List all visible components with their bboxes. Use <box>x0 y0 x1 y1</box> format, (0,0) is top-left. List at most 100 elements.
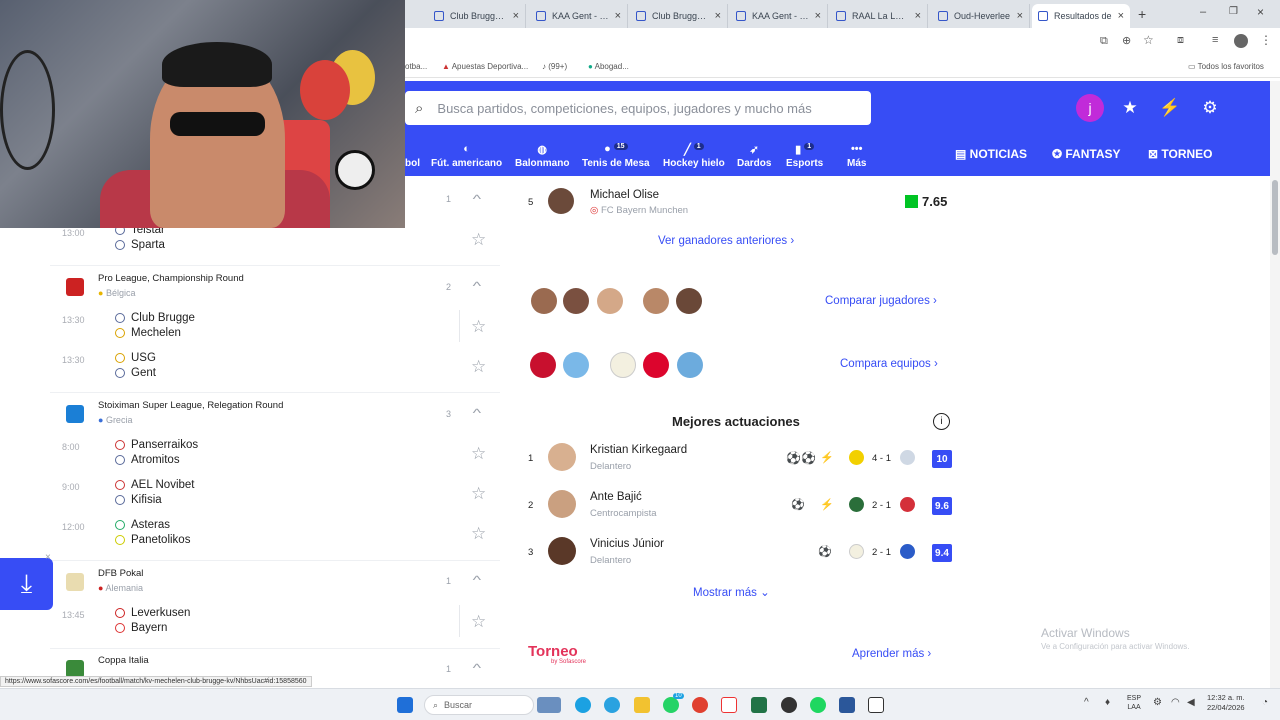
profile-avatar[interactable] <box>1234 34 1248 48</box>
wifi-icon[interactable]: ◠ <box>1171 697 1180 708</box>
comparar-jugadores-link[interactable]: Comparar jugadores › <box>825 295 937 307</box>
close-icon[interactable]: × <box>1118 10 1124 22</box>
user-avatar[interactable]: j <box>1076 94 1104 122</box>
player-name[interactable]: Kristian Kirkegaard <box>590 444 687 456</box>
close-icon[interactable]: × <box>1017 10 1023 22</box>
minimize-icon[interactable]: – <box>1200 6 1206 18</box>
all-favorites[interactable]: ▭ Todos los favoritos <box>1188 62 1264 71</box>
volume-icon[interactable]: ◀ <box>1187 697 1195 708</box>
favorites-star-icon[interactable]: ★ <box>1119 97 1141 119</box>
bookmark-item[interactable]: ♪ (99+) <box>542 62 567 71</box>
sport-nav-more[interactable]: ••• Más <box>847 143 866 169</box>
browser-tab[interactable]: Club Brugge KV × <box>630 4 728 28</box>
extensions-icon[interactable]: ⧈ <box>1177 34 1184 47</box>
nav-fantasy[interactable]: ✪ FANTASY <box>1052 147 1121 161</box>
browser-tab[interactable]: Oud-Heverlee × <box>932 4 1030 28</box>
close-icon[interactable]: × <box>715 10 721 22</box>
telegram-icon[interactable] <box>604 697 620 713</box>
player-photo[interactable] <box>548 443 576 471</box>
bookmark-item[interactable]: ▲ Apuestas Deportiva... <box>442 62 528 71</box>
lightning-icon[interactable]: ⚡ <box>1159 97 1181 119</box>
app-icon[interactable] <box>781 697 797 713</box>
sport-nav-handball[interactable]: ◍ Balonmano <box>515 143 569 169</box>
chevron-up-icon[interactable]: ^ <box>473 406 481 420</box>
favorite-star-icon[interactable]: ☆ <box>471 444 486 464</box>
nav-torneo[interactable]: ⊠ TORNEO <box>1148 147 1213 161</box>
app-icon[interactable] <box>721 697 737 713</box>
app-icon[interactable] <box>868 697 884 713</box>
close-icon[interactable]: × <box>815 10 821 22</box>
favorite-star-icon[interactable]: ☆ <box>471 524 486 544</box>
player-photo[interactable] <box>548 490 576 518</box>
browser-tab[interactable]: KAA Gent - KV × <box>530 4 628 28</box>
ver-ganadores-link[interactable]: Ver ganadores anteriores › <box>658 235 794 247</box>
favorite-star-icon[interactable]: ☆ <box>471 612 486 632</box>
player-name[interactable]: Ante Bajić <box>590 491 642 503</box>
maximize-icon[interactable]: ❐ <box>1229 6 1238 17</box>
bookmark-item[interactable]: otba... <box>405 62 427 71</box>
chevron-up-icon[interactable]: ^ <box>473 573 481 587</box>
close-icon[interactable]: × <box>615 10 621 22</box>
player-photo[interactable] <box>548 188 574 214</box>
sport-nav-football[interactable]: bol <box>405 143 420 169</box>
menu-icon[interactable]: ⋮ <box>1260 33 1272 47</box>
browser-tab[interactable]: RAAL La Louvière × <box>830 4 928 28</box>
search-input[interactable] <box>437 100 838 116</box>
nav-noticias[interactable]: ▤ NOTICIAS <box>955 147 1027 161</box>
close-icon[interactable]: × <box>915 10 921 22</box>
league-name[interactable]: Pro League, Championship Round <box>98 273 244 284</box>
league-name[interactable]: Stoiximan Super League, Relegation Round <box>98 400 283 411</box>
favorite-star-icon[interactable]: ☆ <box>471 357 486 377</box>
favorite-star-icon[interactable]: ☆ <box>471 317 486 337</box>
compara-equipos-link[interactable]: Compara equipos › <box>840 358 938 370</box>
browser-tab[interactable]: KAA Gent - KV × <box>730 4 828 28</box>
download-button[interactable]: ⤓ <box>0 558 53 610</box>
media-icon[interactable]: ≡ <box>1212 34 1218 46</box>
mic-icon[interactable]: ♦ <box>1105 697 1110 708</box>
player-photo[interactable] <box>548 537 576 565</box>
close-icon[interactable]: × <box>45 552 51 563</box>
close-window-icon[interactable]: × <box>1257 5 1264 19</box>
browser-tab[interactable]: Club Brugge KV × <box>428 4 526 28</box>
notification-bell-icon[interactable]: ◔ <box>1262 697 1268 708</box>
chrome-icon[interactable] <box>692 697 708 713</box>
chevron-up-icon[interactable]: ^ <box>473 192 481 206</box>
league-name[interactable]: DFB Pokal <box>98 568 143 579</box>
chevron-up-icon[interactable]: ^ <box>473 279 481 293</box>
clock[interactable]: 12:32 a. m. 22/04/2026 <box>1207 693 1245 713</box>
league-name[interactable]: Coppa Italia <box>98 655 149 666</box>
browser-tab-active[interactable]: Resultados de × <box>1032 4 1130 28</box>
close-icon[interactable]: × <box>513 10 519 22</box>
whatsapp-icon[interactable] <box>663 697 679 713</box>
aprender-mas-link[interactable]: Aprender más › <box>852 648 931 660</box>
chevron-up-icon[interactable]: ^ <box>473 661 481 675</box>
widget-icon[interactable] <box>537 697 561 713</box>
search-box[interactable]: ⌕ <box>405 91 871 125</box>
sport-nav-ice-hockey[interactable]: ╱ 1 Hockey hielo <box>663 143 725 169</box>
sport-nav-darts[interactable]: ➶ Dardos <box>737 143 771 169</box>
new-tab-icon[interactable]: + <box>1138 6 1146 22</box>
sport-nav-american-football[interactable]: ◐ Fút. americano <box>431 143 502 169</box>
edge-icon[interactable] <box>575 697 591 713</box>
bookmark-item[interactable]: ● Abogad... <box>588 62 629 71</box>
settings-gear-icon[interactable]: ⚙ <box>1199 97 1221 119</box>
excel-icon[interactable] <box>751 697 767 713</box>
info-icon[interactable]: i <box>933 413 950 430</box>
sport-nav-esports[interactable]: ▮ 1 Esports <box>786 143 823 169</box>
windows-start-icon[interactable] <box>397 697 413 713</box>
zoom-icon[interactable]: ⊕ <box>1122 34 1131 47</box>
install-app-icon[interactable]: ⧉ <box>1100 35 1108 48</box>
player-name[interactable]: Michael Olise <box>590 189 659 201</box>
favorite-star-icon[interactable]: ☆ <box>471 484 486 504</box>
sport-nav-table-tennis[interactable]: ● 15 Tenis de Mesa <box>582 143 650 169</box>
mostrar-mas-button[interactable]: Mostrar más ⌄ <box>693 585 770 599</box>
taskbar-search[interactable]: ⌕ Buscar <box>424 695 534 715</box>
scrollbar-thumb[interactable] <box>1272 180 1278 255</box>
settings-icon[interactable]: ⚙ <box>1153 697 1162 708</box>
word-icon[interactable] <box>839 697 855 713</box>
favorite-star-icon[interactable]: ☆ <box>471 230 486 250</box>
spotify-icon[interactable] <box>810 697 826 713</box>
language-indicator[interactable]: ESP LAA <box>1127 694 1141 712</box>
chevron-up-icon[interactable]: ^ <box>1084 697 1089 708</box>
scrollbar[interactable] <box>1270 81 1280 688</box>
